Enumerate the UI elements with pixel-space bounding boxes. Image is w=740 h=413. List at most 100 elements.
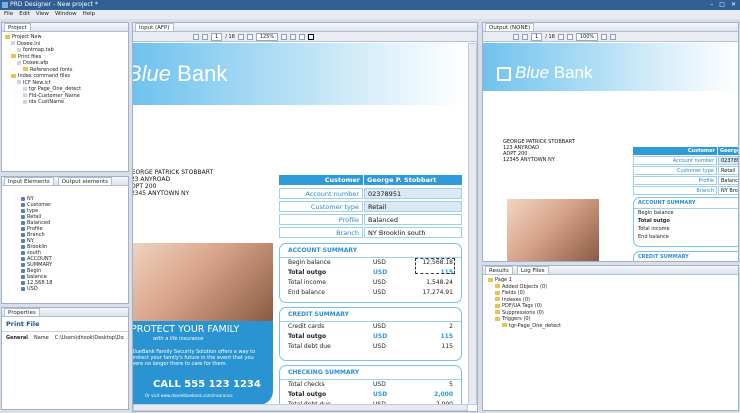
tab-project[interactable]: Project — [4, 23, 31, 31]
redo-icon[interactable] — [299, 33, 306, 40]
element-list-item[interactable]: USD — [5, 286, 125, 292]
properties-panel: Properties Print File General Name C:\Us… — [1, 307, 129, 410]
folder-icon — [11, 54, 16, 58]
address-line: 12345 ANYTOWN NY — [133, 190, 190, 197]
summary-label: Total outgo — [288, 333, 327, 340]
checking-summary-box: CHECKING SUMMARY Total checks USD 5 Total o… — [279, 365, 462, 405]
out-account-label: Account number — [633, 156, 717, 165]
tab-output-none[interactable]: Output (NONE) — [485, 23, 535, 31]
output-view-panel: Output (NONE) 1 / 18 100% Blue Bank GEOR… — [482, 22, 739, 262]
project-tree-label: Project New — [12, 34, 42, 40]
first-page-icon[interactable] — [513, 33, 519, 40]
fit-page-icon[interactable] — [281, 33, 288, 40]
project-tree-label: tgr Page_One_detect — [29, 86, 82, 92]
output-credit-summary-title: CREDIT SUMMARY — [638, 254, 689, 260]
undo-icon[interactable] — [601, 33, 608, 40]
zoom-in-icon[interactable] — [557, 33, 564, 40]
selection-box[interactable] — [415, 258, 455, 274]
summary-row: Total checks USD 5 — [280, 380, 461, 390]
bank-logo: Blue Bank — [133, 61, 228, 86]
project-tree-label: Referenced fonts — [30, 66, 73, 73]
menu-window[interactable]: Window — [55, 10, 77, 19]
menu-help[interactable]: Help — [83, 10, 96, 19]
zoom-in-icon[interactable] — [237, 33, 244, 40]
summary-cur: USD — [373, 381, 386, 388]
project-tree-label: Print files — [18, 53, 42, 60]
redo-icon[interactable] — [610, 33, 617, 40]
tab-output-elements[interactable]: Output elements — [57, 177, 113, 185]
out-branch-label: Branch — [633, 186, 717, 195]
zoom-select[interactable]: 125% — [255, 32, 279, 41]
summary-row: Total outgo USD 2,000 — [280, 390, 461, 400]
project-tree-item[interactable]: idx CustName — [5, 99, 125, 106]
menu-edit[interactable]: Edit — [19, 10, 30, 19]
element-icon — [21, 214, 25, 219]
summary-label: Total outgo — [288, 269, 327, 276]
results-tree-item[interactable]: tgr-Page_One_detect — [486, 323, 735, 330]
results-tree-label: tgr-Page_One_detect — [509, 322, 561, 329]
prev-page-icon[interactable] — [202, 33, 208, 40]
element-icon — [21, 202, 25, 207]
summary-cur: USD — [373, 323, 386, 330]
out-profile-label: Profile — [633, 176, 717, 185]
field-icon — [23, 93, 27, 97]
maximize-button[interactable]: □ — [719, 0, 725, 10]
file-icon — [17, 47, 21, 52]
tab-input-elements[interactable]: Input Elements — [4, 177, 54, 185]
menu-bar: File Edit View Window Help — [0, 10, 740, 19]
project-tree-label: idx CustName — [29, 99, 65, 105]
element-icon — [21, 196, 25, 201]
summary-row: Total outgo USD 115 — [280, 332, 461, 342]
prev-page-icon[interactable] — [522, 33, 528, 40]
zoom-out-icon[interactable] — [566, 33, 573, 40]
summary-val: 17,274.91 — [422, 289, 453, 296]
tab-input-afp[interactable]: Input (AFP) — [135, 23, 174, 31]
name-label: Name — [34, 335, 49, 341]
tab-results[interactable]: Results — [485, 266, 513, 274]
elements-panel: Input Elements Output elements NY Custome… — [1, 176, 129, 304]
element-label: USD — [27, 286, 38, 292]
minimize-button[interactable]: – — [710, 0, 713, 10]
project-panel: Project Project New Doxee.ini fontmap.tab P… — [1, 22, 129, 172]
summary-val: 2,000 — [434, 391, 453, 398]
folder-icon — [495, 310, 500, 314]
page-input[interactable]: 1 — [211, 32, 223, 41]
close-button[interactable]: ✕ — [731, 0, 736, 10]
summary-cur: USD — [373, 269, 388, 276]
out-customer-value: George P. Stobbart — [718, 147, 738, 155]
title-bar: PRD Designer - New project * – □ ✕ — [0, 0, 740, 10]
account-summary-title: ACCOUNT SUMMARY — [280, 244, 461, 258]
type-label: Customer type — [279, 201, 363, 212]
results-tree-label: Page 1 — [495, 277, 512, 283]
input-horizontal-scrollbar[interactable] — [133, 404, 468, 411]
input-vertical-scrollbar[interactable] — [468, 43, 477, 405]
summary-cur: USD — [373, 391, 388, 398]
element-icon — [21, 262, 25, 267]
output-account-summary-title: ACCOUNT SUMMARY — [634, 198, 738, 209]
out-profile-value: Balanced — [718, 176, 738, 185]
summary-label: Total income — [288, 279, 326, 286]
summary-cur: USD — [373, 343, 386, 350]
output-page-input[interactable]: 1 — [531, 32, 543, 41]
project-tree-label: Doxee.ini — [17, 40, 41, 47]
results-tree-label: Indexes (0) — [502, 296, 530, 303]
promo-title: PROTECT YOUR FAMILY — [133, 324, 240, 335]
menu-view[interactable]: View — [36, 10, 49, 19]
name-field[interactable]: C:\Users\dhook\Desktop\Doxee.a — [55, 335, 124, 341]
undo-icon[interactable] — [290, 33, 297, 40]
credit-summary-box: CREDIT SUMMARY Credit cards USD 2 Total out… — [279, 307, 462, 361]
zoom-out-icon[interactable] — [246, 33, 253, 40]
out-row-label: Total income — [638, 226, 670, 232]
promo-call: CALL 555 123 1234 — [153, 379, 261, 390]
select-tool-icon[interactable] — [308, 33, 315, 40]
tab-general[interactable]: General — [6, 335, 28, 341]
output-zoom-select[interactable]: 100% — [575, 32, 599, 41]
tab-log-files[interactable]: Log Files — [516, 266, 549, 274]
file-icon — [17, 60, 21, 65]
folder-icon — [495, 316, 500, 321]
tab-properties[interactable]: Properties — [4, 308, 40, 316]
folder-icon — [488, 277, 493, 282]
summary-label: Credit cards — [288, 323, 325, 330]
menu-file[interactable]: File — [4, 10, 13, 19]
first-page-icon[interactable] — [193, 33, 199, 40]
